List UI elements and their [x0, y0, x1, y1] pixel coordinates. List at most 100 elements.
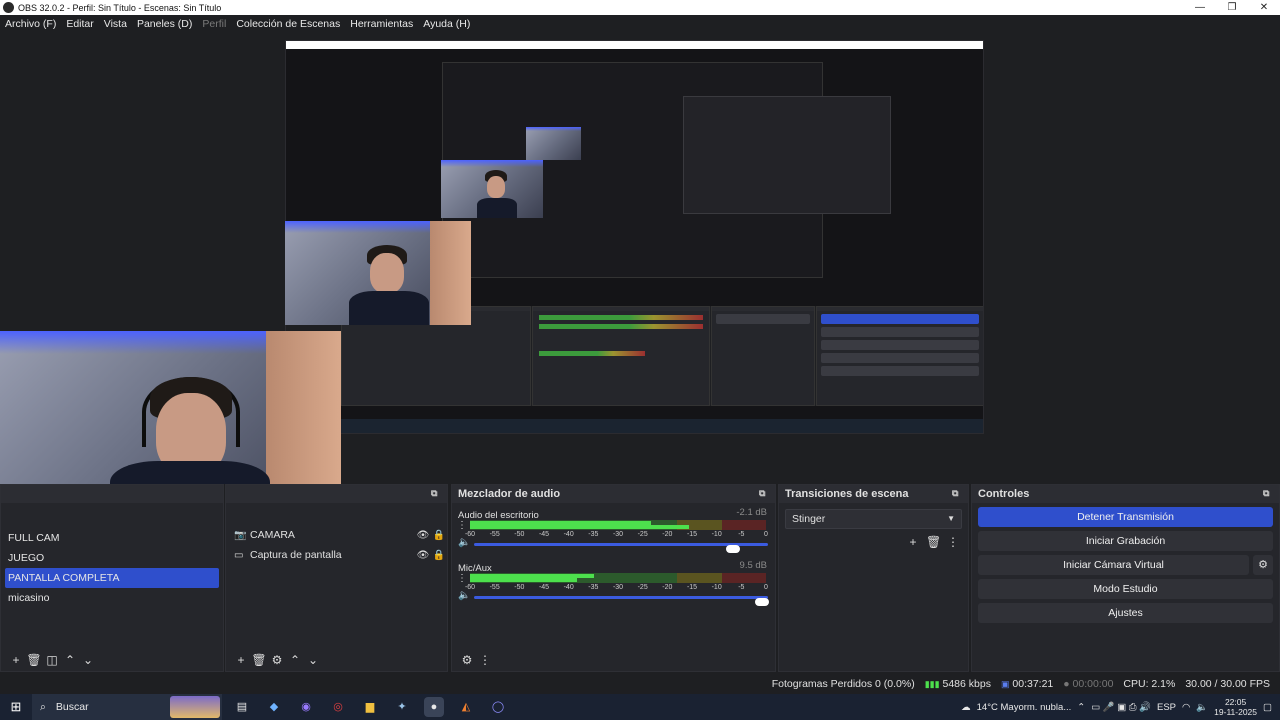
filters-icon[interactable]: ◫ — [43, 653, 61, 667]
scene-item-selected[interactable]: PANTALLA COMPLETA — [5, 568, 219, 588]
copilot-icon[interactable]: ◆ — [264, 697, 284, 717]
remove-transition-icon[interactable]: 🗑 — [926, 535, 941, 549]
meter-tick-label: -40 — [563, 531, 574, 538]
virtual-cam-row: Iniciar Cámara Virtual ⚙ — [978, 555, 1273, 575]
undock-icon[interactable]: ⧉ — [759, 488, 769, 498]
speaker-icon[interactable]: 🔈 — [458, 537, 470, 548]
menu-perfil[interactable]: Perfil — [202, 18, 226, 30]
program-preview[interactable] — [0, 33, 1280, 523]
chevron-down-icon: ▼ — [947, 514, 955, 523]
add-scene-icon[interactable]: + — [7, 653, 25, 667]
meter-tick-label: -55 — [489, 584, 500, 591]
obs-taskbar-icon[interactable]: ● — [424, 697, 444, 717]
move-down-icon[interactable]: ⌄ — [304, 653, 322, 667]
wifi-icon[interactable]: ◠ — [1182, 702, 1190, 713]
notification-icon[interactable]: ▢ — [1263, 702, 1272, 713]
show-hidden-icon[interactable]: ⌃ — [1077, 702, 1085, 713]
clock[interactable]: 22:05 19-11-2025 — [1214, 697, 1257, 717]
eye-icon[interactable]: 👁 — [415, 550, 431, 561]
start-recording-button[interactable]: Iniciar Grabación — [978, 531, 1273, 551]
weather-text[interactable]: 14°C Mayorm. nubla... — [977, 702, 1072, 713]
meter-tick-label: -10 — [711, 531, 722, 538]
windows-start-icon[interactable]: ⊞ — [0, 699, 32, 715]
remove-scene-icon[interactable]: 🗑 — [25, 653, 43, 667]
eye-icon[interactable]: 👁 — [415, 530, 431, 541]
volume-icon[interactable]: 🔈 — [1196, 702, 1208, 713]
transition-menu-icon[interactable]: ⋮ — [946, 535, 960, 549]
controls-title: Controles — [978, 488, 1030, 500]
source-label: CAMARA — [250, 529, 295, 541]
source-item[interactable]: 📷 CAMARA 👁 🔒 — [226, 525, 447, 545]
gear-icon[interactable]: ⚙ — [1253, 555, 1273, 575]
docks-area: FULL CAM JUEGO PANTALLA COMPLETA micasin… — [0, 484, 1280, 672]
menu-coleccion-escenas[interactable]: Colección de Escenas — [236, 18, 340, 30]
search-placeholder: Buscar — [55, 701, 89, 713]
webcam-thumb-2 — [441, 160, 543, 218]
restore-button[interactable]: ❐ — [1216, 2, 1248, 13]
nested-controls-dock — [816, 306, 983, 406]
search-icon: ⌕ — [40, 700, 46, 713]
fps-status: 30.00 / 30.00 FPS — [1185, 678, 1270, 690]
move-up-icon[interactable]: ⌃ — [61, 653, 79, 667]
advanced-audio-icon[interactable]: ⚙ — [458, 653, 476, 667]
channel-menu-icon[interactable]: ⋮ — [457, 573, 467, 584]
add-transition-icon[interactable]: + — [906, 535, 920, 549]
move-down-icon[interactable]: ⌄ — [79, 653, 97, 667]
source-properties-icon[interactable]: ⚙ — [268, 653, 286, 667]
transition-select[interactable]: Stinger ▼ — [785, 509, 962, 529]
menu-ayuda[interactable]: Ayuda (H) — [423, 18, 470, 30]
undock-icon[interactable]: ⧉ — [952, 488, 962, 498]
close-button[interactable]: ✕ — [1248, 2, 1280, 13]
start-virtual-cam-button[interactable]: Iniciar Cámara Virtual — [978, 555, 1249, 575]
signal-icon: ▮▮▮ — [924, 679, 940, 689]
app-circle-icon[interactable]: ◯ — [488, 697, 508, 717]
chrome-icon[interactable]: ◎ — [328, 697, 348, 717]
scene-item[interactable]: FULL CAM — [1, 528, 223, 548]
menu-editar[interactable]: Editar — [66, 18, 93, 30]
volume-slider[interactable] — [474, 543, 768, 553]
menu-archivo[interactable]: Archivo (F) — [5, 18, 56, 30]
menu-herramientas[interactable]: Herramientas — [350, 18, 413, 30]
scene-item[interactable]: micasino — [1, 588, 223, 608]
settings-button[interactable]: Ajustes — [978, 603, 1273, 623]
volume-slider[interactable] — [474, 596, 770, 606]
nested-menubar — [286, 49, 983, 57]
channel-menu-icon[interactable]: ⋮ — [457, 520, 467, 531]
stop-stream-button[interactable]: Detener Transmisión — [978, 507, 1273, 527]
language-indicator[interactable]: ESP — [1157, 702, 1176, 713]
add-source-icon[interactable]: + — [232, 653, 250, 667]
tray-icons[interactable]: ▭ 🎤 ▣ ⎙ 🔊 — [1091, 702, 1151, 713]
studio-mode-button[interactable]: Modo Estudio — [978, 579, 1273, 599]
minimize-button[interactable]: — — [1184, 2, 1216, 13]
meter-level — [470, 578, 577, 582]
undock-icon[interactable]: ⧉ — [1263, 488, 1273, 498]
steam-icon[interactable]: ✦ — [392, 697, 412, 717]
scenes-dock-header — [1, 485, 223, 503]
search-highlight-image — [170, 696, 220, 718]
weather-icon: ☁ — [961, 701, 971, 713]
task-view-icon[interactable]: ▤ — [232, 697, 252, 717]
scene-item[interactable]: JUEGO — [1, 548, 223, 568]
window-titlebar: OBS 32.0.2 - Perfil: Sin Título - Escena… — [0, 0, 1280, 15]
meter-tick-label: -25 — [637, 531, 648, 538]
lock-icon[interactable]: 🔒 — [431, 530, 447, 541]
menu-paneles[interactable]: Paneles (D) — [137, 18, 192, 30]
volume-slider-handle[interactable] — [725, 545, 740, 553]
mixer-menu-icon[interactable]: ⋮ — [476, 653, 494, 667]
taskbar-search[interactable]: ⌕ Buscar — [32, 694, 222, 720]
volume-slider-handle[interactable] — [755, 598, 770, 606]
speaker-icon[interactable]: 🔈 — [458, 590, 470, 601]
app-icon[interactable]: ◭ — [456, 697, 476, 717]
lock-icon[interactable]: 🔒 — [431, 550, 447, 561]
meter-tick-label: -15 — [686, 584, 698, 591]
remove-source-icon[interactable]: 🗑 — [250, 653, 268, 667]
nested-titlebar — [286, 41, 983, 49]
discord-icon[interactable]: ◉ — [296, 697, 316, 717]
undock-icon[interactable]: ⧉ — [431, 488, 441, 498]
menu-vista[interactable]: Vista — [104, 18, 127, 30]
meter-tick-label: -50 — [514, 584, 525, 591]
file-explorer-icon[interactable]: ▆ — [360, 697, 380, 717]
source-item[interactable]: ▭ Captura de pantalla 👁 🔒 — [226, 545, 447, 565]
nested-preview-deeper — [683, 96, 891, 214]
move-up-icon[interactable]: ⌃ — [286, 653, 304, 667]
